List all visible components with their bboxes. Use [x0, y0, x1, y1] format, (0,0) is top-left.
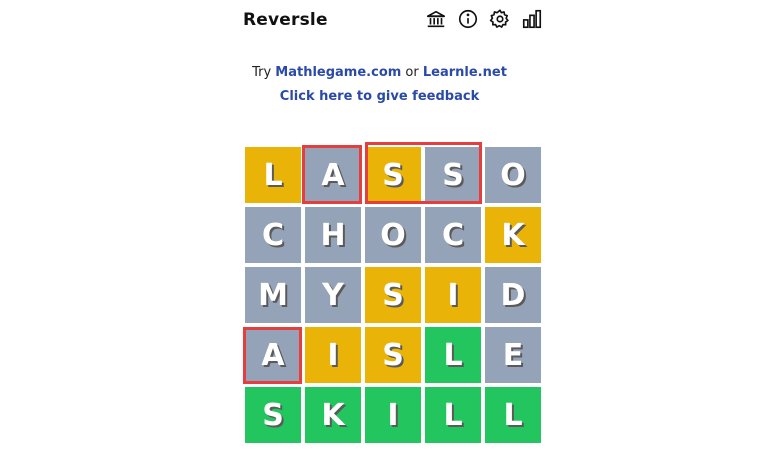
tile[interactable]: L	[425, 327, 481, 383]
tile[interactable]: O	[365, 207, 421, 263]
tile[interactable]: C	[245, 207, 301, 263]
tile[interactable]: L	[245, 147, 301, 203]
tile[interactable]: L	[425, 387, 481, 443]
tile[interactable]: E	[485, 327, 541, 383]
tile[interactable]: L	[485, 387, 541, 443]
info-icon[interactable]	[457, 8, 479, 30]
tile[interactable]: K	[485, 207, 541, 263]
tile[interactable]: I	[425, 267, 481, 323]
tile[interactable]: A	[305, 147, 361, 203]
game-board: LASSOCHOCKMYSIDAISLESKILL	[245, 147, 541, 443]
tile[interactable]: D	[485, 267, 541, 323]
header: Reversle	[243, 4, 543, 34]
tile[interactable]: K	[305, 387, 361, 443]
tile[interactable]: I	[305, 327, 361, 383]
tile[interactable]: H	[305, 207, 361, 263]
tile[interactable]: A	[245, 327, 301, 383]
tile[interactable]: I	[365, 387, 421, 443]
header-icons	[425, 8, 543, 30]
app-title: Reversle	[243, 10, 328, 30]
promo-middle: or	[401, 65, 423, 80]
feedback-row: Click here to give feedback	[0, 89, 759, 104]
gear-icon[interactable]	[489, 8, 511, 30]
tile[interactable]: M	[245, 267, 301, 323]
tile[interactable]: S	[365, 147, 421, 203]
stats-icon[interactable]	[521, 8, 543, 30]
tile[interactable]: C	[425, 207, 481, 263]
tile[interactable]: O	[485, 147, 541, 203]
feedback-link[interactable]: Click here to give feedback	[280, 89, 479, 104]
promo-text: Try Mathlegame.com or Learnle.net	[0, 65, 759, 80]
tile[interactable]: S	[365, 267, 421, 323]
tile[interactable]: S	[245, 387, 301, 443]
bank-icon[interactable]	[425, 8, 447, 30]
tile[interactable]: Y	[305, 267, 361, 323]
mathlegame-link[interactable]: Mathlegame.com	[275, 65, 401, 80]
tile[interactable]: S	[425, 147, 481, 203]
tile[interactable]: S	[365, 327, 421, 383]
learnle-link[interactable]: Learnle.net	[423, 65, 507, 80]
promo-prefix: Try	[252, 65, 276, 80]
